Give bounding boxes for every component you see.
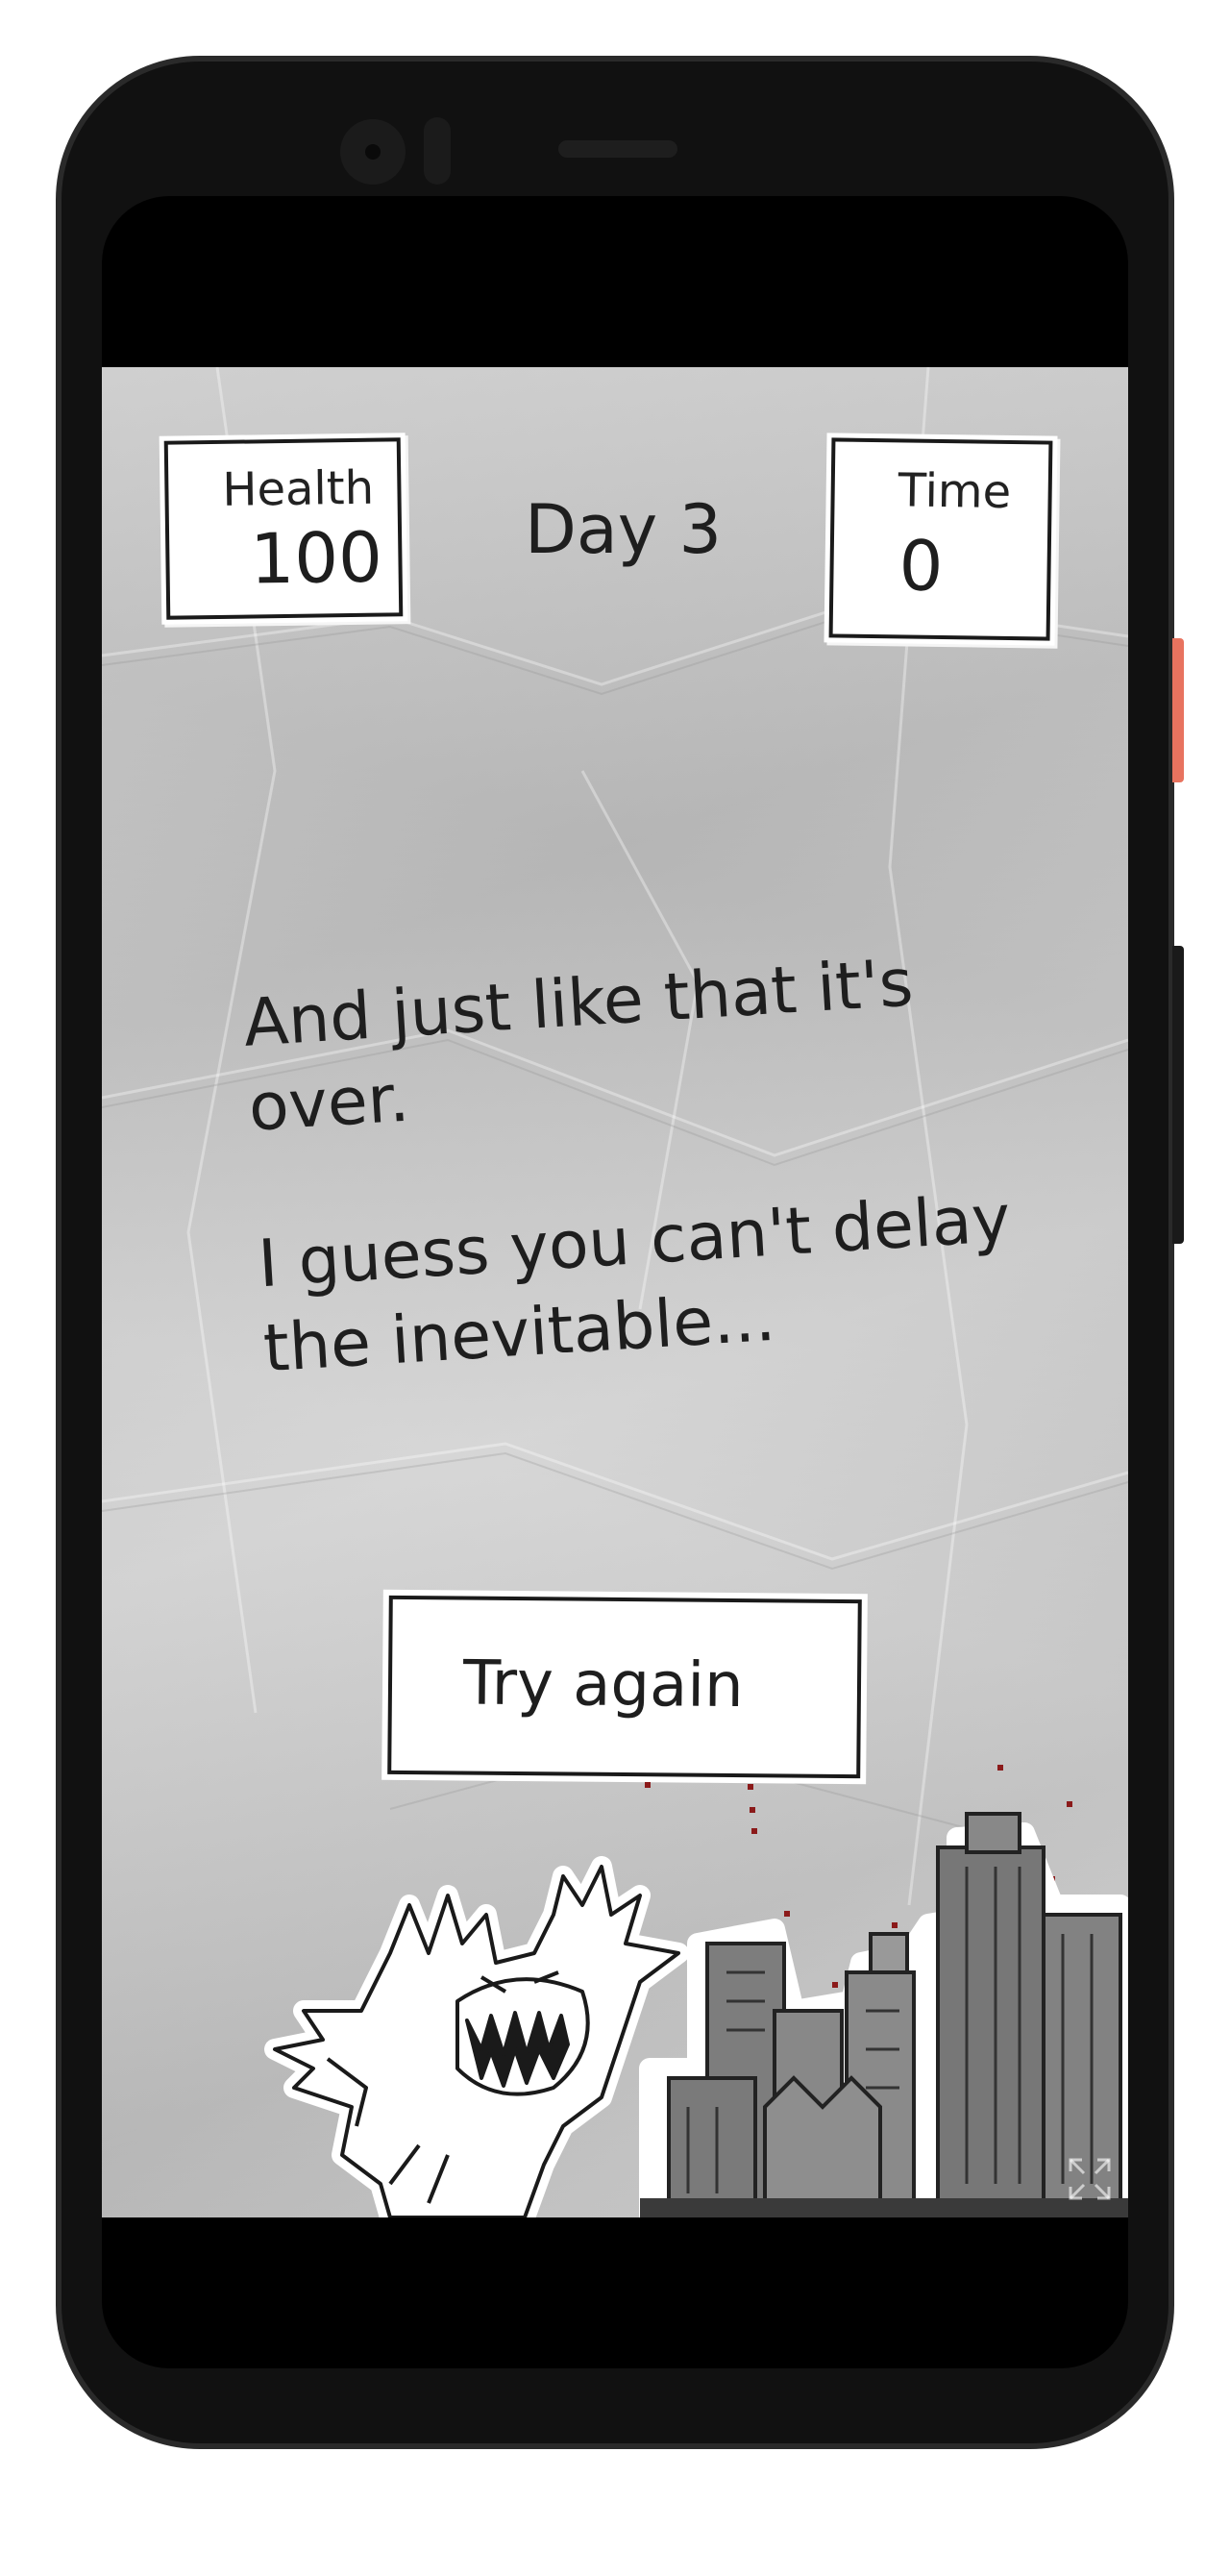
message-line-2: I guess you can't delay the inevitable..… bbox=[256, 1180, 1013, 1388]
city-skyline-illustration bbox=[639, 1812, 1128, 2217]
time-label: Time bbox=[898, 463, 1012, 520]
time-box: Time 0 bbox=[828, 437, 1053, 641]
try-again-button[interactable]: Try again bbox=[387, 1595, 862, 1779]
volume-button bbox=[1172, 946, 1184, 1244]
health-label: Health bbox=[222, 460, 375, 517]
game-over-message: And just like that it's over. I guess yo… bbox=[241, 930, 1115, 1464]
health-value: 100 bbox=[249, 516, 383, 600]
front-camera-icon bbox=[340, 119, 406, 185]
monster-illustration bbox=[264, 1856, 689, 2217]
screen: Health 100 Day 3 Time 0 And just like th… bbox=[102, 196, 1128, 2368]
game-canvas[interactable]: Health 100 Day 3 Time 0 And just like th… bbox=[102, 367, 1128, 2217]
health-box: Health 100 bbox=[163, 437, 404, 620]
earpiece-speaker bbox=[558, 140, 677, 158]
time-value: 0 bbox=[898, 525, 945, 607]
monster-city-illustration bbox=[264, 1765, 1128, 2217]
phone-frame: Health 100 Day 3 Time 0 And just like th… bbox=[56, 56, 1184, 2449]
power-button bbox=[1172, 638, 1184, 782]
day-counter: Day 3 bbox=[525, 490, 723, 569]
sensor bbox=[424, 117, 451, 185]
try-again-label: Try again bbox=[462, 1647, 744, 1722]
fullscreen-icon[interactable] bbox=[1067, 2156, 1113, 2202]
